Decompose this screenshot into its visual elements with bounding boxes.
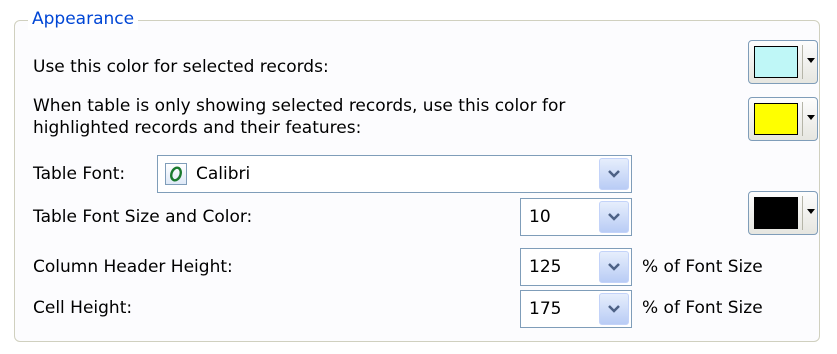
color-button-divider [802, 45, 803, 79]
column-header-height-combobox[interactable]: 125 [520, 248, 632, 286]
caret-down-icon [807, 209, 815, 214]
caret-down-icon [807, 115, 815, 120]
column-header-height-value: 125 [529, 257, 562, 277]
cell-height-label: Cell Height: [33, 298, 133, 318]
column-header-height-suffix: % of Font Size [642, 257, 763, 277]
color-button-divider [802, 102, 803, 136]
selected-color-button[interactable] [748, 40, 818, 84]
highlight-color-button[interactable] [748, 97, 818, 141]
appearance-group-title: Appearance [28, 8, 139, 30]
chevron-down-icon[interactable] [599, 201, 629, 233]
highlight-color-label-line2: highlighted records and their features: [33, 118, 362, 138]
font-size-combobox[interactable]: 10 [520, 198, 632, 236]
font-size-color-label: Table Font Size and Color: [33, 207, 253, 227]
highlight-color-label-line1: When table is only showing selected reco… [33, 96, 566, 116]
font-color-button[interactable] [748, 191, 818, 235]
font-size-value: 10 [529, 207, 551, 227]
table-font-value: Calibri [196, 164, 251, 184]
chevron-down-icon[interactable] [599, 251, 629, 283]
cell-height-combobox[interactable]: 175 [520, 290, 632, 328]
cell-height-value: 175 [529, 299, 562, 319]
table-font-label: Table Font: [33, 164, 126, 184]
table-font-combobox[interactable]: Calibri [157, 155, 632, 193]
chevron-down-icon[interactable] [599, 158, 629, 190]
selected-color-label: Use this color for selected records: [33, 57, 329, 77]
color-button-divider [802, 196, 803, 230]
highlight-color-swatch [754, 103, 798, 135]
cell-height-suffix: % of Font Size [642, 298, 763, 318]
chevron-down-icon[interactable] [599, 293, 629, 325]
selected-color-swatch [754, 46, 798, 78]
font-color-swatch [754, 197, 798, 229]
column-header-height-label: Column Header Height: [33, 257, 233, 277]
caret-down-icon [807, 58, 815, 63]
opentype-font-icon [165, 163, 187, 185]
